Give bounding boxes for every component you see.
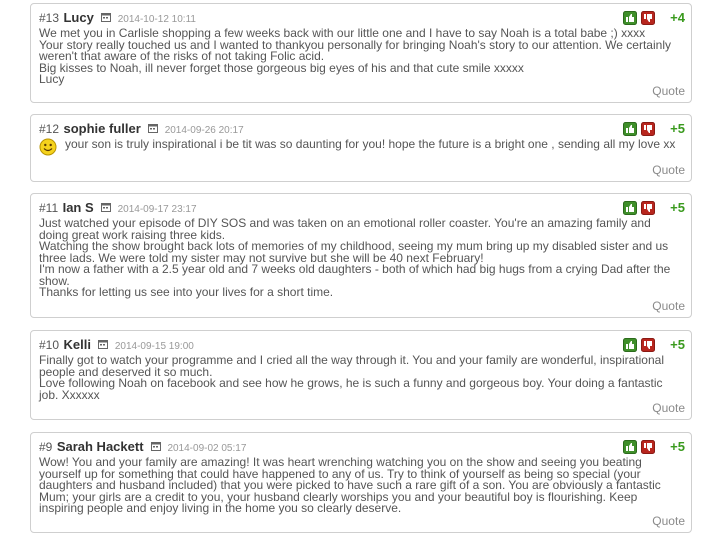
comment-number: #9 [39,440,53,455]
comment-header: #9 Sarah Hackett 2014-09-02 05:17 +5 [39,439,685,455]
quote-link[interactable]: Quote [652,163,685,177]
thumbs-up-icon[interactable] [623,11,637,25]
comment-line: Just watched your episode of DIY SOS and… [39,216,651,242]
comment-author[interactable]: Lucy [63,10,93,25]
thumbs-up-icon[interactable] [623,338,637,352]
comment-score: +5 [670,439,685,454]
comment-date: 2014-10-12 10:11 [117,14,196,26]
comment-date: 2014-09-02 05:17 [167,443,247,455]
calendar-icon [101,10,112,26]
comment-header: #13 Lucy 2014-10-12 10:11 +4 [39,10,685,26]
comment-line: Thanks for letting us see into your live… [39,285,334,299]
comment-author[interactable]: Kelli [63,337,90,352]
comment-author[interactable]: Ian S [63,200,94,215]
quote-link[interactable]: Quote [652,84,685,98]
comment-date: 2014-09-15 19:00 [114,341,194,353]
calendar-icon [98,337,109,353]
comment-text: We met you in Carlisle shopping a few we… [39,27,683,86]
comment-score: +4 [670,10,685,25]
thumbs-down-icon[interactable] [641,338,655,352]
comment-header: #11 Ian S 2014-09-17 23:17 +5 [39,200,685,216]
comment-author[interactable]: sophie fuller [63,121,140,136]
comment-line: Wow! You and your family are amazing! It… [39,455,661,515]
comment-header: #10 Kelli 2014-09-15 19:00 +5 [39,337,685,353]
thumbs-down-icon[interactable] [641,201,655,215]
vote-controls: +5 [623,121,685,137]
vote-controls: +4 [623,10,685,26]
calendar-icon [101,200,112,216]
comment-score: +5 [670,337,685,352]
thumbs-up-icon[interactable] [623,201,637,215]
smiley-icon [39,138,57,161]
vote-controls: +5 [623,337,685,353]
comment-line: Lucy [39,72,65,86]
calendar-icon [150,439,161,455]
thumbs-up-icon[interactable] [623,122,637,136]
comment-line: Love following Noah on facebook and see … [39,376,663,402]
comment-number: #10 [39,338,60,353]
quote-link[interactable]: Quote [652,401,685,415]
thumbs-up-icon[interactable] [623,440,637,454]
comment-number: #13 [39,11,60,26]
comment-score: +5 [670,200,685,215]
comment-card: #11 Ian S 2014-09-17 23:17 +5 Just watch… [30,193,692,318]
comment-card: #13 Lucy 2014-10-12 10:11 +4 We met you … [30,3,692,103]
thumbs-down-icon[interactable] [641,122,655,136]
comment-text: your son is truly inspirational i be tit… [39,137,683,151]
comment-line: I'm now a father with a 2.5 year old and… [39,262,671,288]
comment-line: Big kisses to Noah, ill never forget tho… [39,60,524,75]
comment-header: #12 sophie fuller 2014-09-26 20:17 +5 [39,121,685,137]
comment-card: #12 sophie fuller 2014-09-26 20:17 +5 yo… [30,114,692,182]
comment-number: #12 [39,122,60,137]
comment-line: Finally got to watch your programme and … [39,353,664,379]
comment-text: Finally got to watch your programme and … [39,353,683,402]
comment-line: your son is truly inspirational i be tit… [65,137,676,151]
comment-card: #9 Sarah Hackett 2014-09-02 05:17 +5 Wow… [30,432,692,533]
comment-text: Wow! You and your family are amazing! It… [39,455,683,515]
quote-link[interactable]: Quote [652,299,685,313]
thumbs-down-icon[interactable] [641,440,655,454]
comment-card: #10 Kelli 2014-09-15 19:00 +5 Finally go… [30,330,692,420]
comment-number: #11 [39,201,59,216]
vote-controls: +5 [623,200,685,216]
quote-link[interactable]: Quote [652,514,685,528]
comment-date: 2014-09-17 23:17 [117,204,197,216]
comment-text: Just watched your episode of DIY SOS and… [39,216,683,299]
comment-date: 2014-09-26 20:17 [164,125,244,137]
thumbs-down-icon[interactable] [641,11,655,25]
calendar-icon [148,121,159,137]
comment-line: Your story really touched us and I wante… [39,37,671,63]
comment-author[interactable]: Sarah Hackett [57,439,144,454]
comment-score: +5 [670,121,685,136]
vote-controls: +5 [623,439,685,455]
comment-line: Watching the show brought back lots of m… [39,239,669,265]
